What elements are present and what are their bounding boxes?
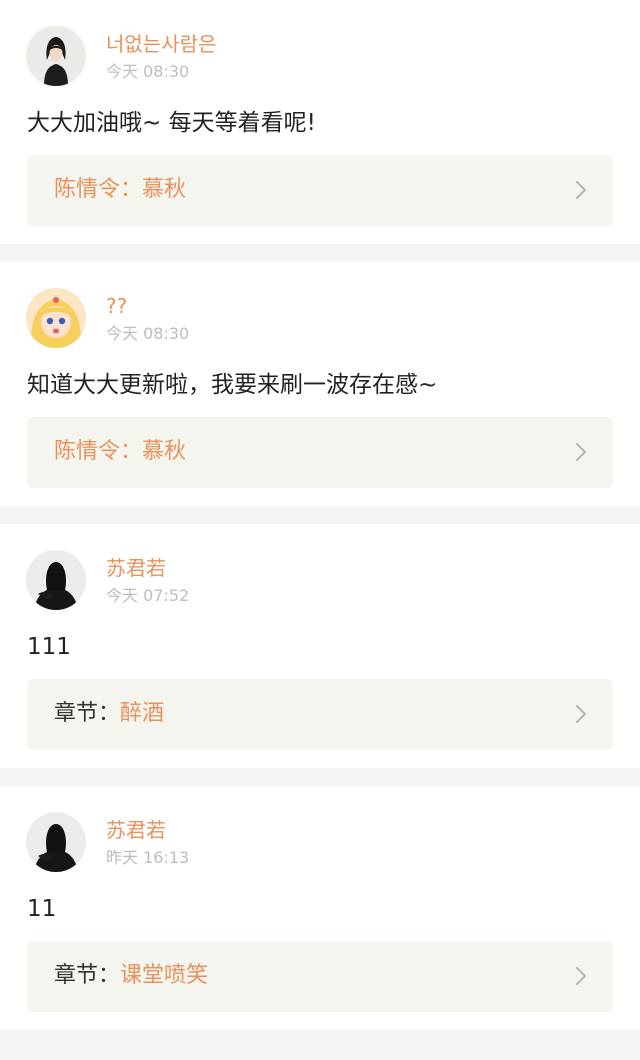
reference-title: 慕秋 xyxy=(142,439,187,464)
comment-text: 大大加油哦~ 每天等着看呢! xyxy=(27,110,316,136)
timestamp: 今天 08:30 xyxy=(106,324,190,343)
reference-label: 陈情令：慕秋 xyxy=(54,175,186,205)
reference-label: 章节：课堂喷笑 xyxy=(54,961,208,991)
comment-card: 苏君若 昨天 16:13 11 章节：课堂喷笑 xyxy=(0,786,640,1030)
reference-label: 章节：醉酒 xyxy=(54,699,164,729)
chapter-reference-link[interactable]: 章节：醉酒 xyxy=(27,679,613,750)
comment-card: ?? 今天 08:30 知道大大更新啦，我要来刷一波存在感~ 陈情令：慕秋 xyxy=(0,262,640,506)
timestamp: 今天 08:30 xyxy=(106,62,190,81)
chevron-right-icon xyxy=(573,179,589,201)
chevron-right-icon xyxy=(573,965,589,987)
anime-girl-avatar[interactable] xyxy=(26,288,86,348)
reference-title: 醉酒 xyxy=(120,701,165,726)
silhouette-avatar[interactable] xyxy=(26,812,86,872)
comment-card: 苏君若 今天 07:52 111 章节：醉酒 xyxy=(0,524,640,768)
username[interactable]: 너없는사람은 xyxy=(106,31,216,57)
username[interactable]: 苏君若 xyxy=(106,555,166,581)
comment-text: 11 xyxy=(27,896,57,922)
timestamp: 今天 07:52 xyxy=(106,586,190,605)
reference-title: 课堂喷笑 xyxy=(120,963,209,988)
reference-prefix: 章节： xyxy=(54,701,121,726)
username[interactable]: 苏君若 xyxy=(106,817,166,843)
chevron-right-icon xyxy=(573,703,589,725)
comment-card: 너없는사람은 今天 08:30 大大加油哦~ 每天等着看呢! 陈情令：慕秋 xyxy=(0,0,640,244)
timestamp: 昨天 16:13 xyxy=(106,848,190,867)
chevron-right-icon xyxy=(573,441,589,463)
comment-text: 111 xyxy=(27,634,71,660)
username[interactable]: ?? xyxy=(106,293,127,319)
comment-feed: 너없는사람은 今天 08:30 大大加油哦~ 每天等着看呢! 陈情令：慕秋 ??… xyxy=(0,0,640,1060)
reference-label: 陈情令：慕秋 xyxy=(54,437,186,467)
comment-text: 知道大大更新啦，我要来刷一波存在感~ xyxy=(27,372,438,398)
chapter-reference-link[interactable]: 章节：课堂喷笑 xyxy=(27,941,613,1012)
girl-portrait-avatar[interactable] xyxy=(26,26,86,86)
reference-title: 慕秋 xyxy=(142,177,187,202)
reference-prefix: 陈情令： xyxy=(54,439,143,464)
reference-prefix: 陈情令： xyxy=(54,177,143,202)
chapter-reference-link[interactable]: 陈情令：慕秋 xyxy=(27,155,613,226)
silhouette-avatar[interactable] xyxy=(26,550,86,610)
chapter-reference-link[interactable]: 陈情令：慕秋 xyxy=(27,417,613,488)
reference-prefix: 章节： xyxy=(54,963,121,988)
